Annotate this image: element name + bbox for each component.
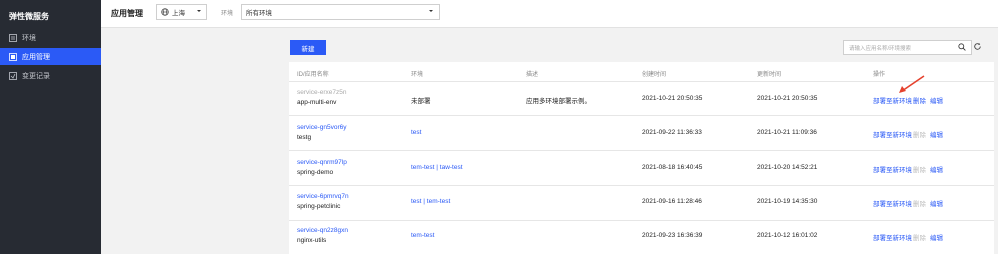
updated-time: 2021-10-12 16:01:02 — [757, 232, 818, 239]
created-time: 2021-09-23 16:36:39 — [642, 232, 703, 239]
table-row: service-gn5vor6y testg test 2021-09-22 1… — [289, 116, 994, 151]
service-id[interactable]: service-erxe7z5n — [297, 89, 347, 96]
top-bar: 应用管理 上海 环境 所有环境 — [101, 0, 998, 28]
updated-time: 2021-10-20 14:52:21 — [757, 164, 818, 171]
description: 应用多环境部署示例。 — [526, 98, 591, 105]
service-id[interactable]: service-6pmrvq7n — [297, 193, 349, 200]
sidebar-item-label: 环境 — [22, 34, 36, 42]
delete-link: 删除 — [913, 201, 926, 208]
created-time: 2021-08-18 16:40:45 — [642, 164, 703, 171]
created-time: 2021-09-22 11:36:33 — [642, 129, 702, 136]
updated-time: 2021-10-19 14:35:30 — [757, 198, 818, 205]
change-log-icon — [9, 71, 17, 80]
environment-select[interactable]: 所有环境 — [241, 4, 440, 20]
table-row: service-erxe7z5n app-multi-env 未部署 应用多环境… — [289, 82, 994, 116]
edit-link[interactable]: 编辑 — [930, 164, 943, 174]
column-header: 创建时间 — [642, 72, 667, 78]
search-input[interactable]: 请输入应用名称/环境搜索 — [843, 40, 972, 55]
region-value: 上海 — [172, 10, 185, 17]
service-id[interactable]: service-qnrm97lp — [297, 159, 347, 166]
globe-icon — [161, 8, 169, 16]
refresh-icon[interactable] — [973, 42, 982, 53]
column-header: 操作 — [873, 72, 886, 78]
sidebar-item-app-management[interactable]: 应用管理 — [0, 48, 101, 65]
environment-link[interactable]: test — [411, 129, 421, 136]
app-management-icon — [9, 52, 17, 61]
deploy-new-env-link[interactable]: 部署至新环境 — [873, 164, 912, 174]
environment-text: 未部署 — [411, 98, 431, 105]
sidebar-item-environment[interactable]: 环境 — [0, 29, 101, 46]
column-header: ID/应用名称 — [297, 72, 329, 78]
table-row: service-qnrm97lp spring-demo tem-test | … — [289, 151, 994, 186]
edit-link[interactable]: 编辑 — [930, 95, 943, 105]
created-time: 2021-09-16 11:28:46 — [642, 198, 702, 205]
app-name: spring-petclinic — [297, 203, 341, 210]
created-time: 2021-10-21 20:50:35 — [642, 95, 703, 102]
table-header: ID/应用名称 环境 描述 创建时间 更新时间 操作 — [289, 62, 994, 82]
environment-label: 环境 — [221, 11, 234, 17]
service-id[interactable]: service-qn2z8gxn — [297, 227, 348, 234]
service-id[interactable]: service-gn5vor6y — [297, 124, 347, 131]
deploy-new-env-link[interactable]: 部署至新环境 — [873, 95, 912, 105]
sidebar-item-label: 应用管理 — [22, 53, 50, 61]
edit-link[interactable]: 编辑 — [930, 198, 943, 208]
chevron-down-icon — [196, 8, 202, 16]
updated-time: 2021-10-21 11:09:36 — [757, 129, 817, 136]
environment-icon — [9, 33, 17, 42]
app-name: app-multi-env — [297, 99, 337, 106]
sidebar-item-change-log[interactable]: 变更记录 — [0, 67, 101, 84]
search-placeholder: 请输入应用名称/环境搜索 — [849, 45, 912, 52]
app-name: nginx-utils — [297, 237, 327, 244]
column-header: 描述 — [526, 72, 539, 78]
delete-link[interactable]: 删除 — [913, 95, 926, 105]
column-header: 环境 — [411, 72, 424, 78]
environment-link[interactable]: tem-test | taw-test — [411, 164, 463, 171]
table-row: service-qn2z8gxn nginx-utils tem-test 20… — [289, 221, 994, 254]
delete-link: 删除 — [913, 167, 926, 174]
environment-link[interactable]: test | tem-test — [411, 198, 450, 205]
deploy-new-env-link[interactable]: 部署至新环境 — [873, 198, 912, 208]
edit-link[interactable]: 编辑 — [930, 232, 943, 242]
annotation-arrow-icon — [899, 75, 925, 93]
delete-link: 删除 — [913, 235, 926, 242]
sidebar: 弹性微服务 环境 应用管理 变更记录 — [0, 0, 101, 254]
sidebar-item-label: 变更记录 — [22, 72, 50, 80]
updated-time: 2021-10-21 20:50:35 — [757, 95, 818, 102]
app-name: spring-demo — [297, 169, 334, 176]
app-table: ID/应用名称 环境 描述 创建时间 更新时间 操作 service-erxe7… — [289, 62, 994, 254]
search-icon[interactable] — [958, 43, 966, 53]
deploy-new-env-link[interactable]: 部署至新环境 — [873, 129, 912, 139]
delete-link: 删除 — [913, 132, 926, 139]
edit-link[interactable]: 编辑 — [930, 129, 943, 139]
table-row: service-6pmrvq7n spring-petclinic test |… — [289, 186, 994, 221]
column-header: 更新时间 — [757, 72, 782, 78]
deploy-new-env-link[interactable]: 部署至新环境 — [873, 232, 912, 242]
region-select[interactable]: 上海 — [156, 4, 207, 20]
environment-select-value: 所有环境 — [246, 10, 272, 17]
new-app-button[interactable]: 新建 — [290, 40, 326, 55]
page-title: 应用管理 — [111, 9, 143, 18]
brand-title: 弹性微服务 — [9, 12, 49, 21]
chevron-down-icon — [428, 8, 434, 16]
environment-link[interactable]: tem-test — [411, 232, 434, 239]
app-name: testg — [297, 134, 312, 141]
